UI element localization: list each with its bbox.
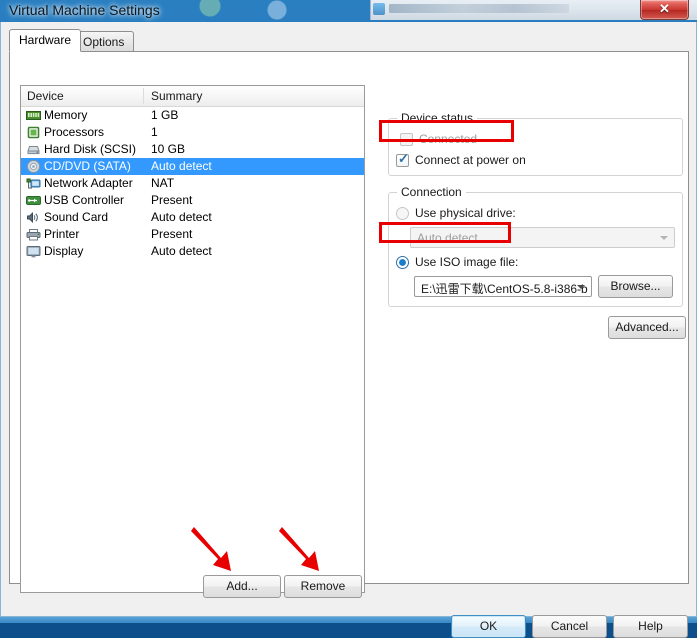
device-list-header: Device Summary xyxy=(21,86,364,107)
network-adapter-icon xyxy=(26,176,41,191)
ok-button[interactable]: OK xyxy=(451,615,526,638)
add-button[interactable]: Add... xyxy=(203,575,281,598)
device-name: Network Adapter xyxy=(44,176,133,190)
physical-drive-value: Auto detect xyxy=(417,231,478,245)
device-list[interactable]: Device Summary Memory 1 GB Processors 1 … xyxy=(20,85,365,593)
device-summary: NAT xyxy=(151,176,175,190)
device-status-group: Device status xyxy=(388,111,683,176)
browse-button[interactable]: Browse... xyxy=(598,275,673,298)
checkmark-icon: ✓ xyxy=(398,151,409,166)
connection-group-title: Connection xyxy=(397,185,466,199)
physical-drive-combobox: Auto detect xyxy=(410,227,675,248)
advanced-button[interactable]: Advanced... xyxy=(608,316,686,339)
device-name: Memory xyxy=(44,108,88,122)
device-name: Hard Disk (SCSI) xyxy=(44,142,137,156)
hardware-tab-panel: Device Summary Memory 1 GB Processors 1 … xyxy=(9,51,689,593)
table-row[interactable]: Sound Card Auto detect xyxy=(21,209,364,226)
hard-disk-icon xyxy=(26,142,41,157)
table-row[interactable]: USB Controller Present xyxy=(21,192,364,209)
device-summary: Auto detect xyxy=(151,244,212,258)
connect-at-power-on-checkbox[interactable]: ✓ xyxy=(396,151,409,167)
use-iso-image-label[interactable]: Use ISO image file: xyxy=(415,255,518,269)
window-title: Virtual Machine Settings xyxy=(9,2,160,18)
device-status-group-title: Device status xyxy=(397,111,478,125)
table-row[interactable]: Memory 1 GB xyxy=(21,107,364,124)
device-name: Sound Card xyxy=(44,210,109,224)
close-icon: ✕ xyxy=(659,1,670,16)
iso-path-value: E:\迅雷下载\CentOS-5.8-i386-b xyxy=(421,282,588,296)
chevron-down-icon[interactable] xyxy=(577,285,585,289)
device-summary: Auto detect xyxy=(151,210,212,224)
device-summary: 1 GB xyxy=(151,108,179,122)
column-divider xyxy=(143,88,144,104)
display-icon xyxy=(26,244,41,259)
iso-path-combobox[interactable]: E:\迅雷下载\CentOS-5.8-i386-b xyxy=(414,276,592,297)
device-name: Printer xyxy=(44,227,80,241)
virtual-machine-settings-dialog: Virtual Machine Settings ✕ Hardware Opti… xyxy=(0,0,697,638)
dialog-client-area: Hardware Options Device Summary Memory 1… xyxy=(0,22,697,638)
connect-at-power-on-label[interactable]: Connect at power on xyxy=(415,153,526,167)
close-button[interactable]: ✕ xyxy=(640,0,689,20)
memory-icon xyxy=(26,108,41,123)
device-name: Display xyxy=(44,244,84,258)
sound-card-icon xyxy=(26,210,41,225)
cd-dvd-icon xyxy=(26,159,41,174)
chevron-down-icon xyxy=(660,236,668,240)
connected-label: Connected xyxy=(419,132,478,146)
connected-checkbox xyxy=(400,133,413,146)
help-button[interactable]: Help xyxy=(613,615,688,638)
column-header-summary[interactable]: Summary xyxy=(151,89,202,103)
tab-hardware[interactable]: Hardware xyxy=(9,29,82,52)
table-row[interactable]: Hard Disk (SCSI) 10 GB xyxy=(21,141,364,158)
column-header-device[interactable]: Device xyxy=(27,89,64,103)
table-row[interactable]: Network Adapter NAT xyxy=(21,175,364,192)
device-summary: 1 xyxy=(151,125,158,139)
device-summary: Present xyxy=(151,193,193,207)
cancel-button[interactable]: Cancel xyxy=(532,615,607,638)
device-summary: Present xyxy=(151,227,193,241)
device-summary: Auto detect xyxy=(151,159,212,173)
device-summary: 10 GB xyxy=(151,142,186,156)
use-iso-image-radio[interactable] xyxy=(396,256,409,269)
processor-icon xyxy=(26,125,41,140)
table-row[interactable]: Printer Present xyxy=(21,226,364,243)
table-row[interactable]: Display Auto detect xyxy=(21,243,364,260)
device-name: USB Controller xyxy=(44,193,125,207)
device-name: Processors xyxy=(44,125,105,139)
table-row[interactable]: Processors 1 xyxy=(21,124,364,141)
usb-controller-icon xyxy=(26,193,41,208)
use-physical-drive-label[interactable]: Use physical drive: xyxy=(415,206,516,220)
printer-icon xyxy=(26,227,41,242)
table-row-selected[interactable]: CD/DVD (SATA) Auto detect xyxy=(21,158,364,175)
device-name: CD/DVD (SATA) xyxy=(44,159,131,173)
title-bar: Virtual Machine Settings ✕ xyxy=(0,0,697,22)
use-physical-drive-radio[interactable] xyxy=(396,207,409,220)
tab-options[interactable]: Options xyxy=(73,31,135,52)
remove-button[interactable]: Remove xyxy=(284,575,362,598)
